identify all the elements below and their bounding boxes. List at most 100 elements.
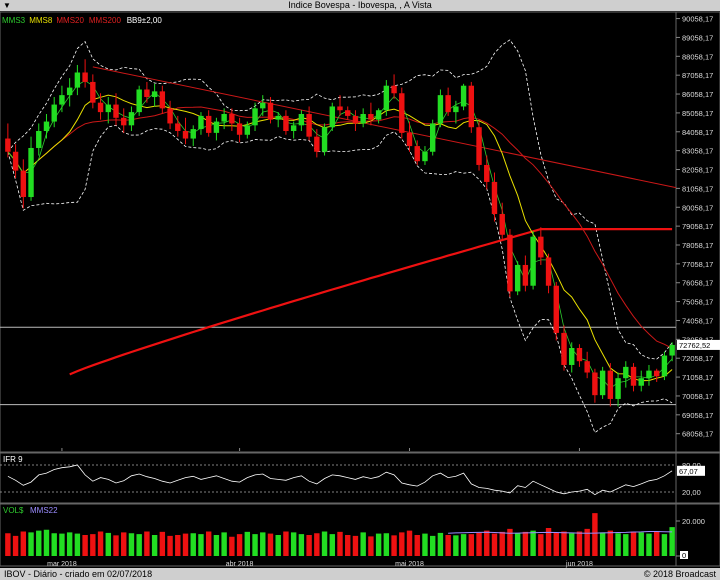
- window-menu-icon[interactable]: ▼: [3, 0, 11, 11]
- window-title-bar: ▼ Indice Bovespa - Ibovespa, , A Vista: [0, 0, 720, 11]
- candle-body: [623, 366, 629, 379]
- candle-body: [484, 164, 490, 182]
- ibovespa-chart[interactable]: 90058,17 89058,17 88058,17 87058,17 86058,17…: [0, 0, 720, 580]
- volume-bar: [468, 534, 475, 556]
- y-tick-label: 90058,17: [682, 15, 713, 24]
- candle-body: [507, 234, 513, 292]
- candle-body: [121, 117, 127, 126]
- y-tick-label: 88058,17: [682, 52, 713, 61]
- candle-body: [453, 106, 459, 113]
- candle-body: [522, 264, 529, 286]
- candle-body: [144, 89, 150, 98]
- y-tick-label: 70058,17: [682, 392, 713, 401]
- volume-bar: [221, 532, 227, 556]
- candle-body: [159, 91, 166, 109]
- legend-item: MMS3: [2, 16, 26, 25]
- volume-bar: [28, 532, 34, 556]
- volume-bar: [159, 531, 166, 556]
- candle-body: [43, 121, 50, 131]
- y-tick-label: 69058,17: [682, 411, 713, 420]
- candle-body: [437, 95, 444, 124]
- status-bar: IBOV - Diário - criado em 02/07/2018 © 2…: [0, 568, 720, 580]
- volume-bar: [113, 535, 119, 556]
- candle-body: [252, 108, 258, 126]
- legend-item: BB9±2,00: [127, 16, 163, 25]
- volume-bar: [414, 535, 420, 556]
- y-tick-label: 78058,17: [682, 241, 713, 250]
- volume-bar: [514, 533, 521, 556]
- volume-bar: [476, 532, 482, 556]
- volume-bar: [453, 535, 459, 556]
- volume-bar: [491, 533, 498, 556]
- ifr-value-label: 67,07: [679, 467, 698, 476]
- candle-body: [422, 151, 428, 162]
- candle-body: [576, 347, 583, 362]
- volume-bar: [576, 531, 583, 556]
- candle-body: [244, 125, 251, 135]
- volume-bar: [151, 535, 158, 556]
- volume-bar: [260, 532, 266, 556]
- volume-bar: [314, 533, 320, 556]
- y-tick-label: 76058,17: [682, 279, 713, 288]
- x-tick-label: mar 2018: [47, 561, 77, 568]
- volume-bar: [638, 532, 644, 556]
- candle-body: [630, 366, 637, 386]
- volume-bar: [136, 534, 142, 556]
- x-tick-label: abr 2018: [226, 561, 254, 568]
- candle-body: [669, 344, 675, 356]
- candle-body: [59, 95, 65, 105]
- candle-body: [136, 89, 142, 113]
- candle-body: [553, 285, 559, 333]
- volume-bar: [36, 530, 42, 556]
- candle-body: [90, 81, 96, 103]
- volume-tick-label: 20.000: [682, 517, 705, 526]
- volume-bar: [661, 534, 668, 556]
- volume-bar: [144, 531, 150, 556]
- candle-body: [267, 102, 274, 120]
- candle-body: [514, 264, 521, 292]
- volume-bar: [306, 535, 312, 556]
- volume-bar: [530, 530, 536, 556]
- legend-item: MMS200: [89, 16, 122, 25]
- candle-body: [653, 370, 660, 377]
- volume-bar: [352, 535, 359, 556]
- volume-bar: [375, 533, 382, 556]
- candle-body: [28, 147, 34, 198]
- candle-body: [538, 236, 544, 258]
- candle-body: [414, 146, 420, 162]
- y-tick-label: 81058,17: [682, 184, 713, 193]
- y-tick-label: 82058,17: [682, 166, 713, 175]
- candle-body: [661, 355, 668, 377]
- volume-label: VOL$: [3, 506, 24, 515]
- y-tick-label: 84058,17: [682, 128, 713, 137]
- legend-item: MMS20: [56, 16, 84, 25]
- candle-body: [499, 214, 505, 235]
- candle-body: [175, 123, 181, 131]
- volume-bar: [553, 532, 559, 556]
- volume-bar: [345, 535, 351, 556]
- volume-bar: [399, 532, 405, 556]
- candle-body: [306, 114, 312, 137]
- volume-bar: [82, 535, 88, 556]
- y-tick-label: 71058,17: [682, 373, 713, 382]
- candle-body: [36, 130, 42, 148]
- candle-body: [468, 85, 475, 128]
- volume-bar: [561, 531, 567, 556]
- y-tick-label: 87058,17: [682, 71, 713, 80]
- volume-bar: [290, 532, 297, 556]
- candle-body: [20, 170, 27, 198]
- window-title: Indice Bovespa - Ibovespa, , A Vista: [288, 0, 432, 10]
- volume-bar: [66, 532, 73, 556]
- y-tick-label: 85058,17: [682, 109, 713, 118]
- volume-bar: [499, 531, 505, 556]
- volume-bar: [653, 531, 660, 556]
- candle-body: [105, 104, 111, 113]
- volume-bar: [182, 533, 189, 556]
- y-tick-label: 74058,17: [682, 316, 713, 325]
- candle-body: [491, 181, 498, 215]
- y-tick-label: 72058,17: [682, 354, 713, 363]
- candle-body: [561, 332, 567, 365]
- candle-body: [584, 361, 590, 373]
- volume-bar: [592, 513, 598, 556]
- volume-bar: [360, 532, 366, 556]
